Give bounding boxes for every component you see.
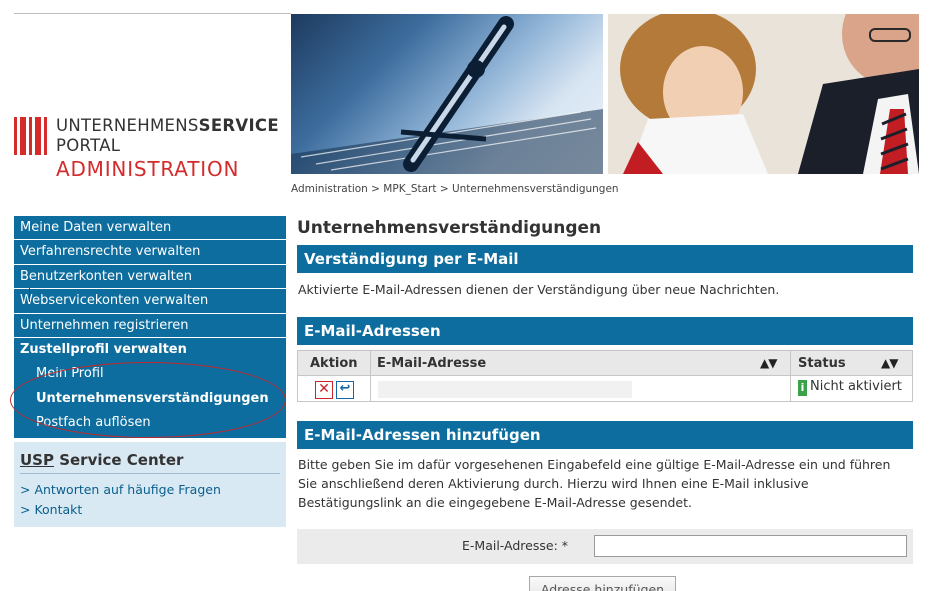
text-cursor-icon xyxy=(29,288,30,302)
logo-bars-icon xyxy=(14,117,48,155)
service-center-title: USP Service Center xyxy=(20,451,184,469)
info-icon: i xyxy=(798,380,807,396)
email-form-row: E-Mail-Adresse: * xyxy=(297,529,913,564)
status-badge: Nicht aktiviert xyxy=(810,379,902,394)
sidebar-item-zustellprofil[interactable]: Zustellprofil verwalten xyxy=(14,338,286,362)
column-header-aktion: Aktion xyxy=(310,356,358,371)
faq-link[interactable]: > Antworten auf häufige Fragen xyxy=(20,482,221,497)
redacted-email-address xyxy=(378,381,632,398)
email-field[interactable] xyxy=(594,535,907,557)
sidebar-subitem-postfach-aufloesen[interactable]: Postfach auflösen xyxy=(14,411,286,436)
section-text-hinzufuegen: Bitte geben Sie im dafür vorgesehenen Ei… xyxy=(298,457,891,510)
breadcrumb[interactable]: Administration > MPK_Start > Unternehmen… xyxy=(291,183,619,195)
page-title: Unternehmensverständigungen xyxy=(297,218,602,238)
header-rule xyxy=(14,13,291,14)
sort-status-icon[interactable]: ▲▼ xyxy=(881,351,898,376)
usp-logo[interactable]: UNTERNEHMENSSERVICE PORTAL ADMINISTRATIO… xyxy=(14,116,284,182)
delete-icon[interactable]: ✕ xyxy=(315,381,333,399)
section-heading-hinzufuegen: E-Mail-Adressen hinzufügen xyxy=(297,421,913,449)
logo-line1: UNTERNEHMENSSERVICE xyxy=(56,116,279,135)
sidebar-subitem-mein-profil[interactable]: Mein Profil xyxy=(14,362,286,387)
section-text-verstaendigung: Aktivierte E-Mail-Adressen dienen der Ve… xyxy=(298,282,780,297)
sidebar-item-benutzerkonten[interactable]: Benutzerkonten verwalten xyxy=(14,265,286,290)
section-heading-verstaendigung: Verständigung per E-Mail xyxy=(297,245,913,273)
email-address-table: Aktion E-Mail-Adresse ▲▼ Status ▲▼ ✕ ↩ i… xyxy=(297,350,913,402)
sidebar-item-webservicekonten[interactable]: Webservicekonten verwalten xyxy=(14,289,286,314)
sidebar-item-verfahrensrechte[interactable]: Verfahrensrechte verwalten xyxy=(14,240,286,265)
logo-line2: PORTAL xyxy=(56,136,121,155)
add-address-button[interactable]: Adresse hinzufügen xyxy=(529,576,676,591)
sidebar-nav: Meine Daten verwalten Verfahrensrechte v… xyxy=(14,216,286,438)
kontakt-link[interactable]: > Kontakt xyxy=(20,502,82,517)
logo-line3: ADMINISTRATION xyxy=(56,157,240,181)
sidebar-subitem-unternehmensverstaendigungen[interactable]: Unternehmensverständigungen xyxy=(14,387,286,412)
header-image-pen-notebook xyxy=(291,14,603,174)
sidebar-item-unternehmen-registrieren[interactable]: Unternehmen registrieren xyxy=(14,314,286,338)
sort-email-icon[interactable]: ▲▼ xyxy=(760,351,777,376)
email-field-label: E-Mail-Adresse: * xyxy=(462,538,569,553)
header-image-business-people xyxy=(608,14,919,174)
undo-icon[interactable]: ↩ xyxy=(336,381,354,399)
sidebar-item-meine-daten[interactable]: Meine Daten verwalten xyxy=(14,216,286,241)
service-center-divider xyxy=(20,473,280,474)
service-center-box: USP Service Center > Antworten auf häufi… xyxy=(14,442,286,527)
column-header-status[interactable]: Status xyxy=(798,351,846,376)
column-header-email[interactable]: E-Mail-Adresse xyxy=(377,351,486,376)
section-heading-email-adressen: E-Mail-Adressen xyxy=(297,317,913,345)
